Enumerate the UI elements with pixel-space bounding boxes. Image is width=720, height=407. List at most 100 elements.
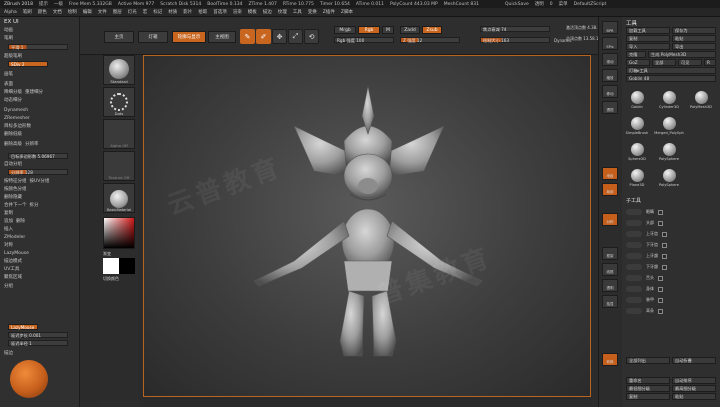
- menu-item[interactable]: 笔刷: [23, 9, 32, 15]
- quicksave-button[interactable]: QuickSave: [505, 2, 529, 7]
- tool-thumb-polysphere[interactable]: PolySphere: [658, 139, 680, 161]
- left-row[interactable]: 动态细分: [4, 97, 22, 103]
- dynamesh-button[interactable]: 删除高级: [4, 141, 22, 147]
- left-row[interactable]: 拆分: [30, 202, 39, 208]
- left-row[interactable]: 按UV分组: [30, 178, 50, 184]
- resolution-slider[interactable]: 分辨率 128: [8, 169, 68, 175]
- m-button[interactable]: M: [382, 26, 394, 34]
- left-row[interactable]: 降细分级: [4, 89, 22, 95]
- left-row[interactable]: 追加: [4, 218, 13, 224]
- bpr-button[interactable]: BPR: [602, 21, 618, 34]
- rgb-intensity-slider[interactable]: Rgb 强度 100: [334, 37, 394, 43]
- export-button[interactable]: 导出: [672, 43, 716, 50]
- draw-size-slider[interactable]: 绘制大小 163: [480, 37, 550, 43]
- visibility-toggle[interactable]: [658, 308, 663, 314]
- menu-item[interactable]: 材质: [168, 9, 177, 15]
- zremesher-button[interactable]: 分辨率: [25, 141, 39, 147]
- polyframe-button[interactable]: 线框: [602, 263, 618, 276]
- transparent-button[interactable]: 透明: [602, 279, 618, 292]
- switch-color-button[interactable]: 切换颜色: [103, 276, 119, 282]
- subtool-item[interactable]: 上牙齿: [626, 229, 716, 239]
- left-row[interactable]: 笔刷: [4, 35, 13, 41]
- lazymouse-button[interactable]: LazyMouse: [8, 324, 38, 330]
- menu-item[interactable]: 描边: [263, 9, 272, 15]
- all-high-button[interactable]: 最高细分级: [672, 385, 716, 392]
- texture-slot[interactable]: Texture Off: [103, 151, 135, 181]
- menu-item[interactable]: Alpha: [4, 10, 17, 15]
- subtool-item[interactable]: 耳朵: [626, 306, 716, 316]
- xpose-button[interactable]: 转换: [602, 353, 618, 366]
- menu-item[interactable]: Z插件: [323, 9, 335, 15]
- perspective-button[interactable]: 透视: [602, 101, 618, 114]
- visibility-toggle[interactable]: [658, 209, 663, 215]
- menu-item[interactable]: Z脚本: [341, 9, 353, 15]
- spix-button[interactable]: SPix: [602, 37, 618, 50]
- left-row[interactable]: 按颜色分组: [4, 186, 27, 192]
- r-button[interactable]: R: [704, 59, 716, 66]
- zoom-button[interactable]: 缩放: [602, 69, 618, 82]
- tab-main-view[interactable]: 主视图: [208, 31, 236, 43]
- focal-shift-slider[interactable]: 焦点衰减 74: [480, 26, 550, 32]
- floor-button[interactable]: 地板: [602, 167, 618, 180]
- rgb-button[interactable]: Rgb: [358, 26, 380, 34]
- tab-lightbox[interactable]: 灯箱: [138, 31, 168, 43]
- subtool-item[interactable]: 舌头: [626, 273, 716, 283]
- copy-subtool-button[interactable]: 复制: [626, 393, 670, 400]
- visible-button[interactable]: 可见: [678, 59, 702, 66]
- left-row[interactable]: 按特征分组: [4, 178, 27, 184]
- tool-thumb-simplebrush[interactable]: SimpleBrush: [626, 113, 648, 135]
- menu-item[interactable]: 颜色: [38, 9, 47, 15]
- z-intensity-slider[interactable]: Z 强度 12: [400, 37, 460, 43]
- left-row[interactable]: 重建细分: [25, 89, 43, 95]
- main-color-swatch[interactable]: [103, 258, 119, 274]
- menu-item[interactable]: 灯光: [128, 9, 137, 15]
- tool-thumb-cylinder[interactable]: Cylinder3D: [658, 87, 680, 109]
- subtool-item[interactable]: 下牙齿: [626, 240, 716, 250]
- menu-item[interactable]: 工具: [293, 9, 302, 15]
- visibility-toggle[interactable]: [662, 264, 667, 270]
- left-row[interactable]: 表面: [4, 81, 13, 87]
- lightbox-tools-button[interactable]: 灯箱▸工具: [626, 67, 716, 74]
- menu-item[interactable]: 变换: [308, 9, 317, 15]
- material-slot[interactable]: BasicMaterial: [103, 183, 135, 213]
- save-as-button[interactable]: 保存为: [672, 27, 716, 34]
- paste-tool-button[interactable]: 粘贴: [672, 35, 716, 42]
- left-row[interactable]: LazyMouse: [4, 251, 29, 256]
- left-row[interactable]: 插入: [4, 226, 13, 232]
- left-row[interactable]: 删除: [16, 218, 25, 224]
- menus-button[interactable]: 菜单: [559, 1, 568, 7]
- left-row[interactable]: 对称: [4, 242, 13, 248]
- menu-item[interactable]: 纹理: [278, 9, 287, 15]
- subtool-item[interactable]: 下牙龈: [626, 262, 716, 272]
- alpha-slot[interactable]: Alpha Off: [103, 119, 135, 149]
- left-row[interactable]: ZRemesher: [4, 116, 30, 121]
- subtool-item[interactable]: 身体: [626, 284, 716, 294]
- visibility-toggle[interactable]: [658, 286, 663, 292]
- current-tool-slider[interactable]: Goblin 48: [626, 75, 716, 82]
- lazy-step-slider[interactable]: 延迟步长 0.001: [8, 332, 68, 338]
- transparency-value[interactable]: 0: [550, 2, 553, 7]
- paste-subtool-button[interactable]: 粘贴: [672, 393, 716, 400]
- tool-thumb-plane3d[interactable]: Plane3D: [626, 165, 648, 187]
- default-script-button[interactable]: DefaultZScript: [574, 2, 607, 7]
- menu-item[interactable]: 宏: [143, 9, 148, 15]
- left-row[interactable]: 动画: [4, 27, 13, 33]
- subtool-header[interactable]: 子工具: [626, 197, 641, 204]
- left-row[interactable]: ZModeler: [4, 235, 25, 240]
- left-row[interactable]: 合并下一个: [4, 202, 27, 208]
- list-all-button[interactable]: 全部列出: [626, 357, 670, 364]
- left-row[interactable]: 复制: [4, 210, 13, 216]
- visibility-toggle[interactable]: [658, 220, 663, 226]
- move-view-button[interactable]: 移动: [602, 85, 618, 98]
- visibility-toggle[interactable]: [662, 231, 667, 237]
- auto-reorder-button[interactable]: 自动排序: [672, 377, 716, 384]
- local-button[interactable]: 局部: [602, 183, 618, 196]
- menu-item[interactable]: 渲染: [233, 9, 242, 15]
- tab-home[interactable]: 主页: [104, 31, 134, 43]
- left-row[interactable]: Dynamesh: [4, 108, 28, 113]
- sdiv-slider[interactable]: SDiv 2: [8, 61, 48, 67]
- color-picker[interactable]: [103, 217, 135, 249]
- visibility-toggle[interactable]: [658, 275, 663, 281]
- subtool-item[interactable]: 头部: [626, 218, 716, 228]
- menu-item[interactable]: 首选项: [213, 9, 227, 15]
